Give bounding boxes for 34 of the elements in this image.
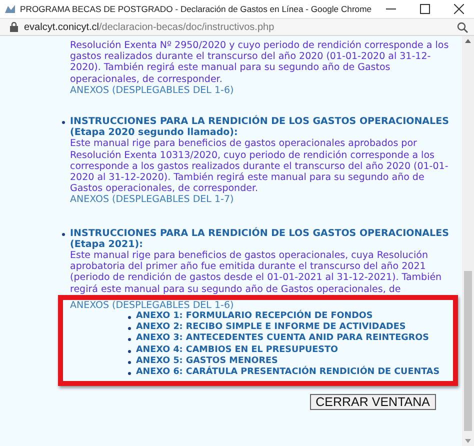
- url-text: evalcyt.conicyt.cl/declaracion-becas/doc/instructivos.php: [24, 22, 274, 32]
- annex-link[interactable]: ANEXO 5: GASTOS MENORES: [136, 356, 278, 368]
- bullet-icon: [62, 121, 65, 124]
- lock-icon: [10, 22, 18, 32]
- annex-link[interactable]: ANEXO 2: RECIBO SIMPLE E INFORME DE ACTIVIDADES: [136, 322, 406, 334]
- zoom-icon[interactable]: [457, 22, 468, 32]
- bullet-icon: [62, 232, 65, 236]
- app-icon: [4, 3, 16, 15]
- annex-link[interactable]: ANEXOS (DESPLEGABLES DEL 1-6): [70, 84, 458, 96]
- annex-link[interactable]: ANEXOS (DESPLEGABLES DEL 1-7): [70, 194, 458, 206]
- window-title: PROGRAMA BECAS DE POSTGRADO - Declaración de Gastos en Línea - Google Chrome: [20, 4, 372, 14]
- bullet-icon: [128, 316, 131, 320]
- section-heading: INSTRUCCIONES PARA LA RENDICIÓN DE LOS GASTOS OPERACIONALES (Etapa 2021):: [70, 228, 450, 250]
- annex-link[interactable]: ANEXO 1: FORMULARIO RECEPCIÓN DE FONDOS: [136, 311, 373, 322]
- maximize-icon[interactable]: [420, 4, 430, 14]
- close-window-button[interactable]: CERRAR VENTANA: [310, 394, 436, 410]
- bullet-icon: [128, 350, 131, 353]
- address-bar[interactable]: evalcyt.conicyt.cl/declaracion-becas/doc/instructivos.php: [0, 19, 474, 36]
- bullet-icon: [128, 372, 131, 376]
- annex-link[interactable]: ANEXOS (DESPLEGABLES DEL 1-6): [70, 300, 451, 312]
- scroll-up-icon[interactable]: [465, 39, 471, 43]
- close-icon[interactable]: [454, 4, 464, 14]
- bullet-icon: [128, 327, 131, 330]
- scroll-thumb[interactable]: [464, 271, 472, 431]
- scrollbar[interactable]: [462, 36, 474, 446]
- annex-link[interactable]: ANEXO 4: CAMBIOS EN EL PRESUPUESTO: [136, 344, 338, 356]
- annex-link[interactable]: ANEXO 3: ANTECEDENTES CUENTA ANID PARA REINTEGROS: [136, 333, 429, 345]
- annex-link[interactable]: ANEXO 6: CARÁTULA PRESENTACIÓN RENDICIÓN DE CUENTAS: [136, 367, 440, 378]
- bullet-icon: [128, 338, 131, 342]
- description-text: Este manual rige para beneficios de gastos operacionales aprobados por Resolución Exenta 10313/2020, cuyo periodo de rendición corresponde a los corresponde a los gastos realizados durante el transcurso del año 2020 (01-01-2020 al 31-12-2020). También regirá este manual para su segundo año de Gastos operacionales, de corresponder.: [70, 138, 450, 194]
- description-text: Este manual rige para beneficios de gastos operacionales, cuya Resolución aprobatoria del primer año fue emitida durante el transcurso del año 2021 (periodo de rendición de gastos desde el 01-01-2021 al 31-12-2021). También regirá este manual para su segundo año de Gastos operacionales, de: [70, 250, 443, 295]
- bullet-icon: [128, 360, 131, 364]
- description-text: Resolución Exenta Nº 2950/2020 y cuyo periodo de rendición corresponde a los gastos realizados durante el transcurso del año 2020 (01-01-2020 al 31-12-2020). También regirá este manual para su segundo año de Gastos operacionales, de corresponder.: [70, 40, 450, 85]
- section-heading: INSTRUCCIONES PARA LA RENDICIÓN DE LOS GASTOS OPERACIONALES (Etapa 2020 segundo llamado):: [70, 116, 450, 138]
